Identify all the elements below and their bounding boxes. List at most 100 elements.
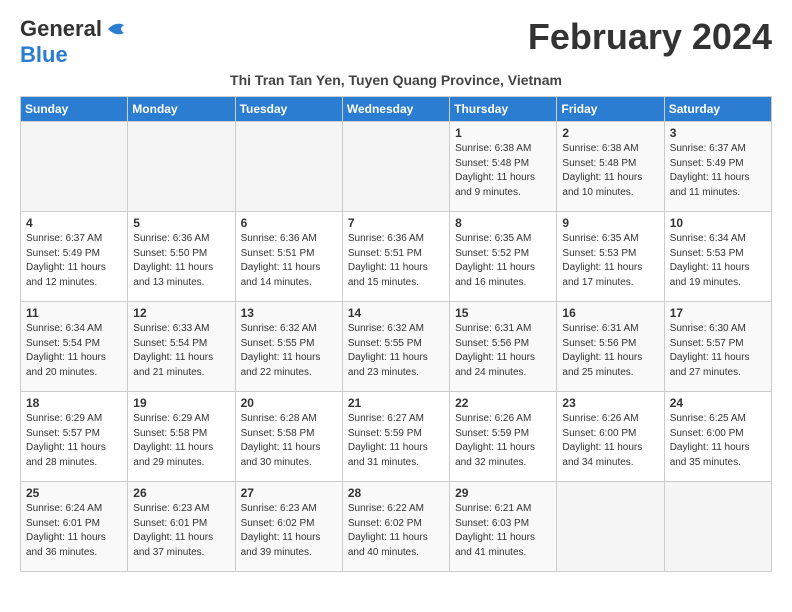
calendar-cell — [342, 122, 449, 212]
cell-info: Sunrise: 6:24 AM Sunset: 6:01 PM Dayligh… — [26, 502, 122, 560]
calendar-cell: 23 Sunrise: 6:26 AM Sunset: 6:00 PM Dayli… — [557, 392, 664, 482]
weekday-header-tuesday: Tuesday — [235, 97, 342, 122]
cell-info: Sunrise: 6:37 AM Sunset: 5:49 PM Dayligh… — [670, 142, 766, 200]
subtitle: Thi Tran Tan Yen, Tuyen Quang Province, … — [20, 72, 772, 88]
calendar-cell: 22Sunrise: 6:26 AM Sunset: 5:59 PM Dayli… — [450, 392, 557, 482]
calendar-cell: 28 Sunrise: 6:22 AM Sunset: 6:02 PM Dayli… — [342, 482, 449, 572]
day-number: 28 — [348, 486, 444, 500]
calendar-cell — [664, 482, 771, 572]
day-number: 19 — [133, 396, 229, 410]
day-number: 13 — [241, 306, 337, 320]
weekday-header-friday: Friday — [557, 97, 664, 122]
cell-info: Sunrise: 6:23 AM Sunset: 6:02 PM Dayligh… — [241, 502, 337, 560]
day-number: 8 — [455, 216, 551, 230]
logo-bird-icon — [104, 19, 128, 39]
day-number: 7 — [348, 216, 444, 230]
cell-info: Sunrise: 6:34 AM Sunset: 5:53 PM Dayligh… — [670, 232, 766, 290]
cell-info: Sunrise: 6:35 AM Sunset: 5:53 PM Dayligh… — [562, 232, 658, 290]
logo-combined: General — [20, 16, 129, 42]
day-number: 5 — [133, 216, 229, 230]
day-number: 3 — [670, 126, 766, 140]
logo-blue-label: Blue — [20, 42, 68, 67]
day-number: 23 — [562, 396, 658, 410]
day-number: 29 — [455, 486, 551, 500]
day-number: 9 — [562, 216, 658, 230]
calendar-cell: 18Sunrise: 6:29 AM Sunset: 5:57 PM Dayli… — [21, 392, 128, 482]
day-number: 1 — [455, 126, 551, 140]
calendar-cell: 16 Sunrise: 6:31 AM Sunset: 5:56 PM Dayli… — [557, 302, 664, 392]
calendar-cell: 19 Sunrise: 6:29 AM Sunset: 5:58 PM Dayli… — [128, 392, 235, 482]
weekday-header-thursday: Thursday — [450, 97, 557, 122]
cell-info: Sunrise: 6:23 AM Sunset: 6:01 PM Dayligh… — [133, 502, 229, 560]
cell-info: Sunrise: 6:27 AM Sunset: 5:59 PM Dayligh… — [348, 412, 444, 470]
day-number: 24 — [670, 396, 766, 410]
cell-info: Sunrise: 6:35 AM Sunset: 5:52 PM Dayligh… — [455, 232, 551, 290]
day-number: 11 — [26, 306, 122, 320]
page-container: General Blue February 2024 Thi Tran Tan … — [20, 16, 772, 572]
cell-info: Sunrise: 6:38 AM Sunset: 5:48 PM Dayligh… — [455, 142, 551, 200]
cell-info: Sunrise: 6:34 AM Sunset: 5:54 PM Dayligh… — [26, 322, 122, 380]
day-number: 6 — [241, 216, 337, 230]
logo-general: General — [20, 16, 102, 42]
cell-info: Sunrise: 6:28 AM Sunset: 5:58 PM Dayligh… — [241, 412, 337, 470]
logo-blue-row: Blue — [20, 42, 68, 68]
header: General Blue February 2024 — [20, 16, 772, 68]
cell-info: Sunrise: 6:37 AM Sunset: 5:49 PM Dayligh… — [26, 232, 122, 290]
calendar-cell: 13 Sunrise: 6:32 AM Sunset: 5:55 PM Dayli… — [235, 302, 342, 392]
week-row-1: 1 Sunrise: 6:38 AM Sunset: 5:48 PM Daylig… — [21, 122, 772, 212]
cell-info: Sunrise: 6:26 AM Sunset: 5:59 PM Dayligh… — [455, 412, 551, 470]
cell-info: Sunrise: 6:26 AM Sunset: 6:00 PM Dayligh… — [562, 412, 658, 470]
calendar-cell: 20 Sunrise: 6:28 AM Sunset: 5:58 PM Dayli… — [235, 392, 342, 482]
weekday-header-monday: Monday — [128, 97, 235, 122]
calendar-cell: 17 Sunrise: 6:30 AM Sunset: 5:57 PM Dayli… — [664, 302, 771, 392]
cell-info: Sunrise: 6:30 AM Sunset: 5:57 PM Dayligh… — [670, 322, 766, 380]
calendar-cell: 29 Sunrise: 6:21 AM Sunset: 6:03 PM Dayli… — [450, 482, 557, 572]
cell-info: Sunrise: 6:22 AM Sunset: 6:02 PM Dayligh… — [348, 502, 444, 560]
calendar-cell: 8 Sunrise: 6:35 AM Sunset: 5:52 PM Daylig… — [450, 212, 557, 302]
calendar-cell: 5 Sunrise: 6:36 AM Sunset: 5:50 PM Daylig… — [128, 212, 235, 302]
day-number: 12 — [133, 306, 229, 320]
calendar-cell: 9 Sunrise: 6:35 AM Sunset: 5:53 PM Daylig… — [557, 212, 664, 302]
cell-info: Sunrise: 6:21 AM Sunset: 6:03 PM Dayligh… — [455, 502, 551, 560]
calendar-cell: 27 Sunrise: 6:23 AM Sunset: 6:02 PM Dayli… — [235, 482, 342, 572]
calendar-cell — [235, 122, 342, 212]
calendar-cell: 4Sunrise: 6:37 AM Sunset: 5:49 PM Daylig… — [21, 212, 128, 302]
day-number: 16 — [562, 306, 658, 320]
month-title: February 2024 — [528, 16, 772, 58]
day-number: 20 — [241, 396, 337, 410]
logo-area: General Blue — [20, 16, 129, 68]
cell-info: Sunrise: 6:33 AM Sunset: 5:54 PM Dayligh… — [133, 322, 229, 380]
day-number: 15 — [455, 306, 551, 320]
week-row-2: 4Sunrise: 6:37 AM Sunset: 5:49 PM Daylig… — [21, 212, 772, 302]
week-row-4: 18Sunrise: 6:29 AM Sunset: 5:57 PM Dayli… — [21, 392, 772, 482]
weekday-header-row: SundayMondayTuesdayWednesdayThursdayFrid… — [21, 97, 772, 122]
cell-info: Sunrise: 6:32 AM Sunset: 5:55 PM Dayligh… — [241, 322, 337, 380]
day-number: 26 — [133, 486, 229, 500]
day-number: 14 — [348, 306, 444, 320]
day-number: 25 — [26, 486, 122, 500]
calendar-cell: 6 Sunrise: 6:36 AM Sunset: 5:51 PM Daylig… — [235, 212, 342, 302]
cell-info: Sunrise: 6:29 AM Sunset: 5:58 PM Dayligh… — [133, 412, 229, 470]
week-row-5: 25 Sunrise: 6:24 AM Sunset: 6:01 PM Dayli… — [21, 482, 772, 572]
week-row-3: 11 Sunrise: 6:34 AM Sunset: 5:54 PM Dayli… — [21, 302, 772, 392]
cell-info: Sunrise: 6:36 AM Sunset: 5:50 PM Dayligh… — [133, 232, 229, 290]
calendar-cell: 10Sunrise: 6:34 AM Sunset: 5:53 PM Dayli… — [664, 212, 771, 302]
cell-info: Sunrise: 6:38 AM Sunset: 5:48 PM Dayligh… — [562, 142, 658, 200]
cell-info: Sunrise: 6:36 AM Sunset: 5:51 PM Dayligh… — [348, 232, 444, 290]
calendar-table: SundayMondayTuesdayWednesdayThursdayFrid… — [20, 96, 772, 572]
calendar-cell — [557, 482, 664, 572]
cell-info: Sunrise: 6:31 AM Sunset: 5:56 PM Dayligh… — [562, 322, 658, 380]
cell-info: Sunrise: 6:31 AM Sunset: 5:56 PM Dayligh… — [455, 322, 551, 380]
weekday-header-sunday: Sunday — [21, 97, 128, 122]
cell-info: Sunrise: 6:25 AM Sunset: 6:00 PM Dayligh… — [670, 412, 766, 470]
calendar-cell: 1 Sunrise: 6:38 AM Sunset: 5:48 PM Daylig… — [450, 122, 557, 212]
calendar-cell: 14 Sunrise: 6:32 AM Sunset: 5:55 PM Dayli… — [342, 302, 449, 392]
cell-info: Sunrise: 6:29 AM Sunset: 5:57 PM Dayligh… — [26, 412, 122, 470]
cell-info: Sunrise: 6:32 AM Sunset: 5:55 PM Dayligh… — [348, 322, 444, 380]
calendar-cell: 7 Sunrise: 6:36 AM Sunset: 5:51 PM Daylig… — [342, 212, 449, 302]
day-number: 21 — [348, 396, 444, 410]
cell-info: Sunrise: 6:36 AM Sunset: 5:51 PM Dayligh… — [241, 232, 337, 290]
day-number: 27 — [241, 486, 337, 500]
calendar-cell: 3 Sunrise: 6:37 AM Sunset: 5:49 PM Daylig… — [664, 122, 771, 212]
day-number: 17 — [670, 306, 766, 320]
